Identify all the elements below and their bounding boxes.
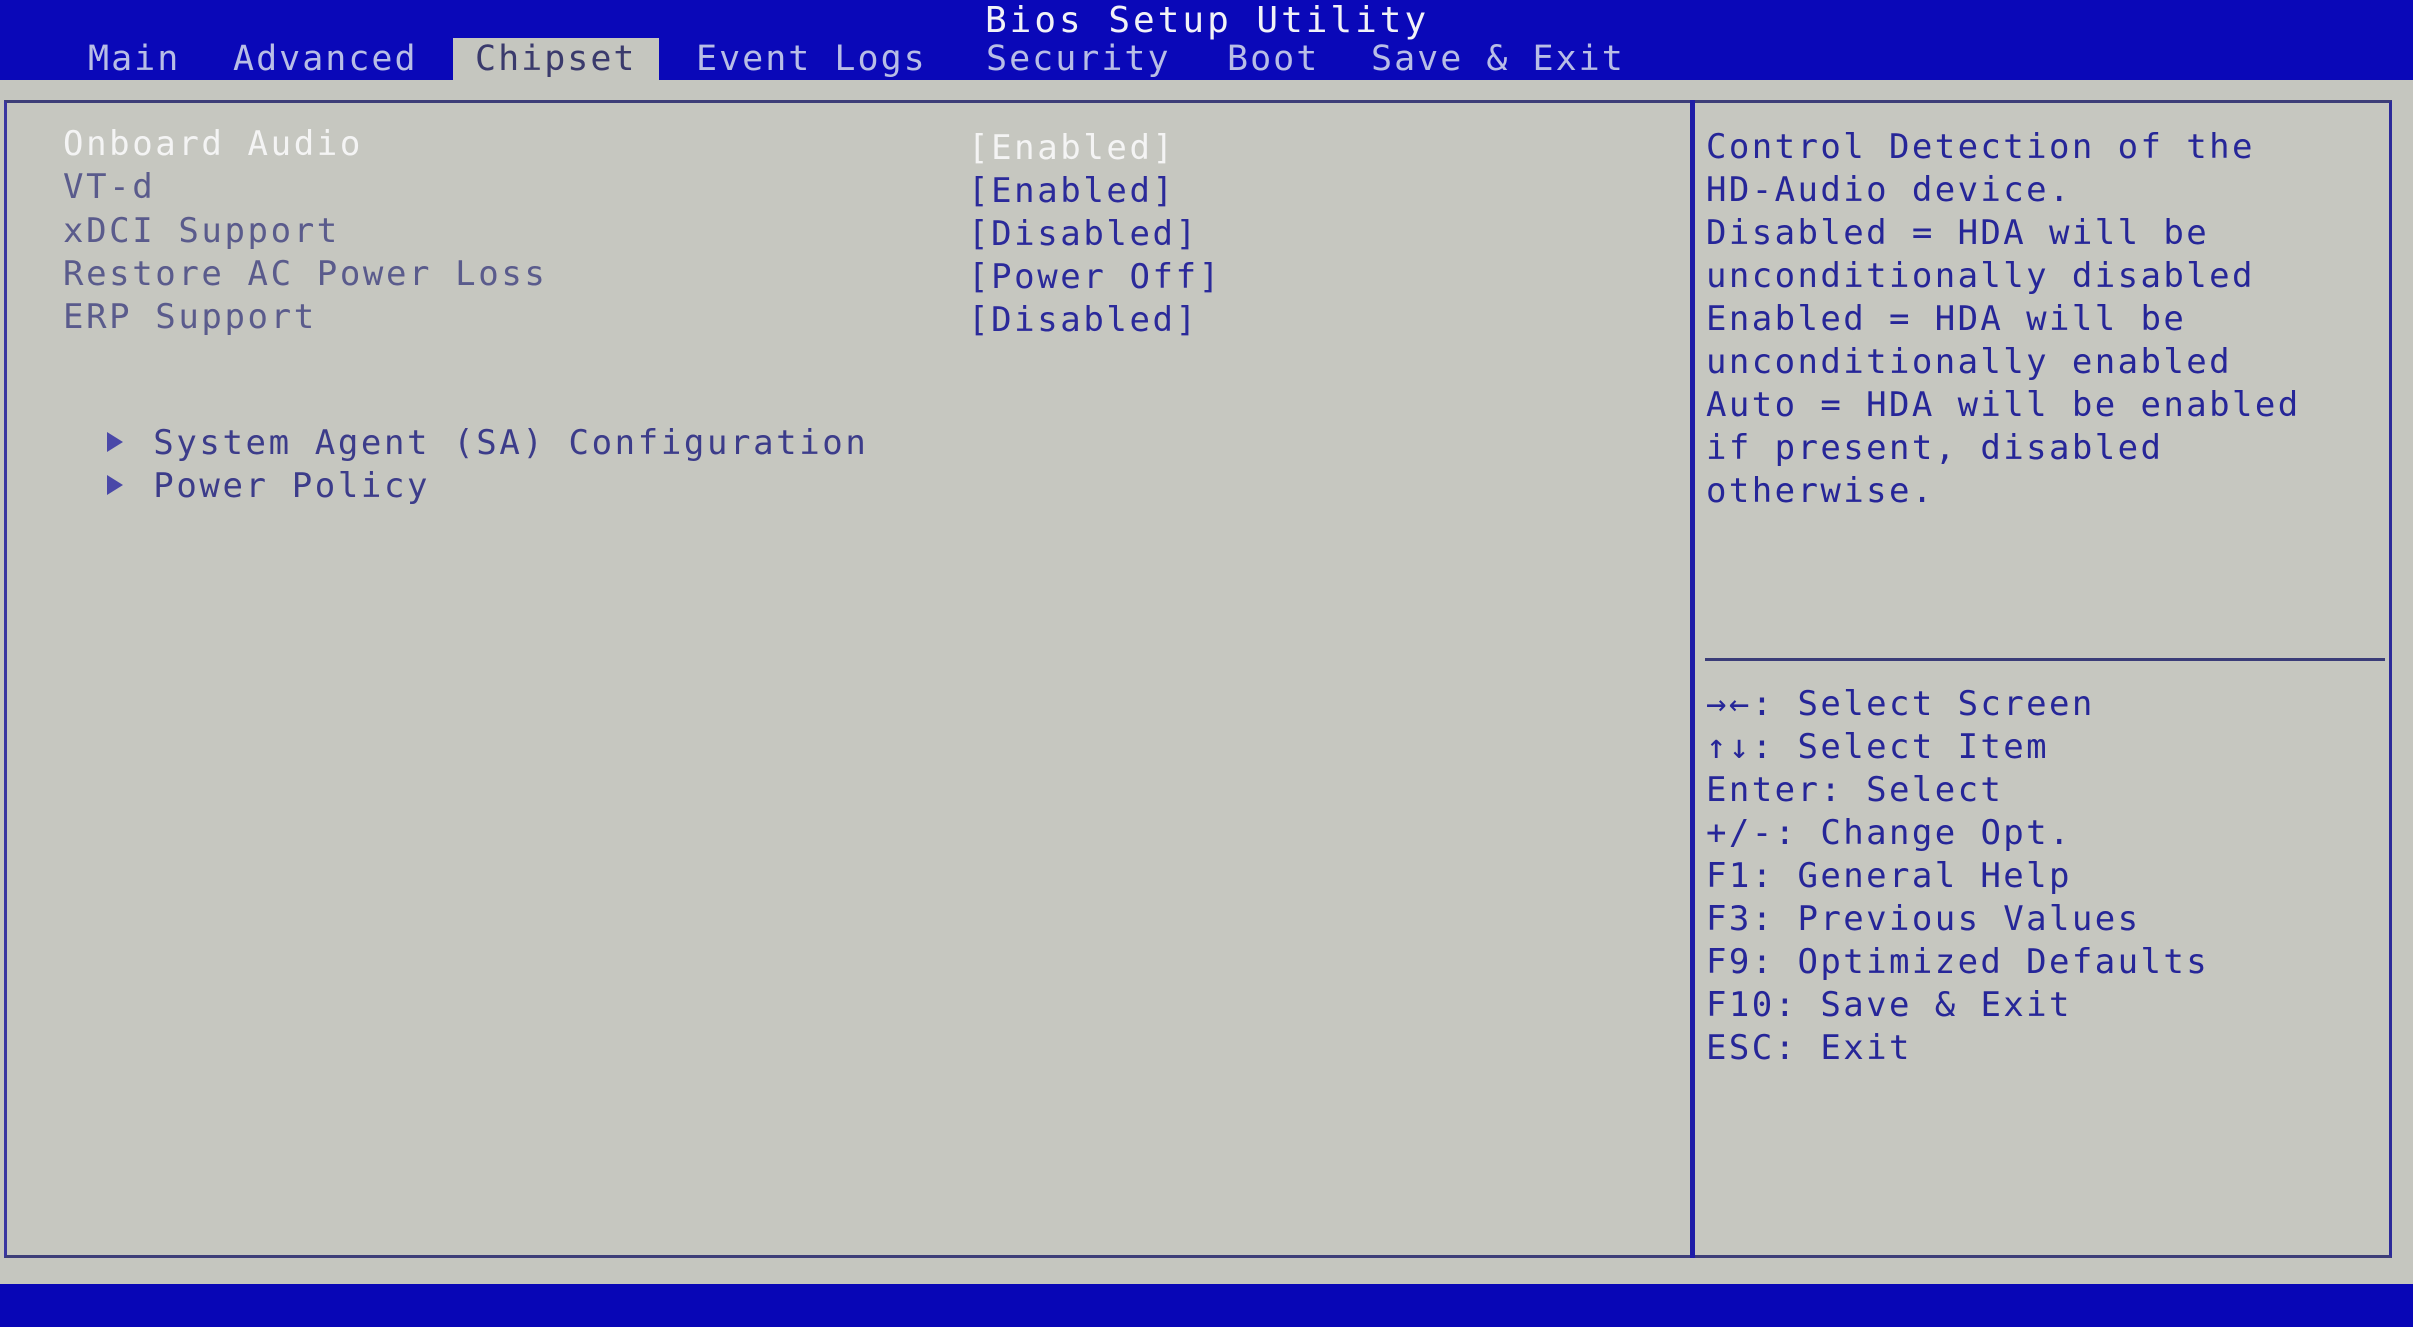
help-line: unconditionally disabled xyxy=(1706,256,2255,296)
key-action: Previous Values xyxy=(1774,899,2141,939)
key-action: Change Opt. xyxy=(1797,813,2072,853)
tab-save-exit[interactable]: Save & Exit xyxy=(1371,38,1625,80)
setting-erp-support-value[interactable]: [Disabled] xyxy=(968,300,1199,340)
key-enter: Enter: Select xyxy=(1706,769,2386,812)
setting-erp-support[interactable]: ERP Support xyxy=(63,297,317,337)
left-right-arrows-icon: →←: xyxy=(1706,684,1775,724)
key-action: Save & Exit xyxy=(1797,985,2072,1025)
tab-advanced[interactable]: Advanced xyxy=(233,38,418,80)
tab-security[interactable]: Security xyxy=(986,38,1171,80)
help-line: unconditionally enabled xyxy=(1706,342,2233,382)
submenu-power-policy-label: Power Policy xyxy=(153,466,431,506)
setting-vt-d[interactable]: VT-d xyxy=(63,167,155,207)
key-select-item: ↑↓: Select Item xyxy=(1706,726,2386,769)
tab-event-logs[interactable]: Event Logs xyxy=(696,38,927,80)
key-f10: F10: Save & Exit xyxy=(1706,984,2386,1027)
bios-title: Bios Setup Utility xyxy=(985,0,1430,41)
help-description: Control Detection of the HD-Audio device… xyxy=(1706,126,2386,513)
triangle-right-icon xyxy=(107,474,124,495)
help-line: Disabled = HDA will be xyxy=(1706,213,2210,253)
key-action: Select Screen xyxy=(1774,684,2095,724)
key-label: ESC: xyxy=(1706,1028,1798,1068)
key-f1: F1: General Help xyxy=(1706,855,2386,898)
header-bar: Bios Setup Utility Main Advanced Chipset… xyxy=(0,0,2413,80)
key-label: Enter: xyxy=(1706,770,1844,810)
bios-screen: Bios Setup Utility Main Advanced Chipset… xyxy=(0,0,2413,1327)
panel-divider xyxy=(1690,100,1695,1258)
key-action: General Help xyxy=(1774,856,2072,896)
setting-vt-d-value[interactable]: [Enabled] xyxy=(968,171,1176,211)
key-action: Exit xyxy=(1797,1028,1912,1068)
key-action: Select Item xyxy=(1774,727,2050,767)
setting-restore-ac-power-loss-value[interactable]: [Power Off] xyxy=(968,257,1222,297)
help-line: otherwise. xyxy=(1706,471,1935,511)
tab-boot[interactable]: Boot xyxy=(1227,38,1319,80)
setting-restore-ac-power-loss[interactable]: Restore AC Power Loss xyxy=(63,254,547,294)
tab-main[interactable]: Main xyxy=(88,38,180,80)
setting-onboard-audio-value[interactable]: [Enabled] xyxy=(968,128,1176,168)
setting-xdci-support[interactable]: xDCI Support xyxy=(63,211,340,251)
key-change-opt: +/-: Change Opt. xyxy=(1706,812,2386,855)
help-separator xyxy=(1705,658,2385,661)
key-select-screen: →←: Select Screen xyxy=(1706,683,2386,726)
tab-chipset[interactable]: Chipset xyxy=(453,38,659,80)
help-line: Enabled = HDA will be xyxy=(1706,299,2187,339)
help-line: HD-Audio device. xyxy=(1706,170,2072,210)
submenu-power-policy[interactable]: Power Policy xyxy=(15,426,430,546)
key-label: F3: xyxy=(1706,899,1775,939)
key-f3: F3: Previous Values xyxy=(1706,898,2386,941)
key-label: F1: xyxy=(1706,856,1775,896)
help-line: if present, disabled xyxy=(1706,428,2164,468)
help-line: Control Detection of the xyxy=(1706,127,2255,167)
help-line: Auto = HDA will be enabled xyxy=(1706,385,2301,425)
up-down-arrows-icon: ↑↓: xyxy=(1706,727,1775,767)
key-label: F9: xyxy=(1706,942,1775,982)
setting-xdci-support-value[interactable]: [Disabled] xyxy=(968,214,1199,254)
key-action: Select xyxy=(1843,770,2004,810)
key-f9: F9: Optimized Defaults xyxy=(1706,941,2386,984)
key-esc: ESC: Exit xyxy=(1706,1027,2386,1070)
key-label: F10: xyxy=(1706,985,1798,1025)
key-legend: →←: Select Screen ↑↓: Select Item Enter:… xyxy=(1706,683,2386,1070)
key-label: +/-: xyxy=(1706,813,1798,853)
footer-bar xyxy=(0,1284,2413,1327)
setting-onboard-audio[interactable]: Onboard Audio xyxy=(63,124,363,164)
key-action: Optimized Defaults xyxy=(1774,942,2210,982)
